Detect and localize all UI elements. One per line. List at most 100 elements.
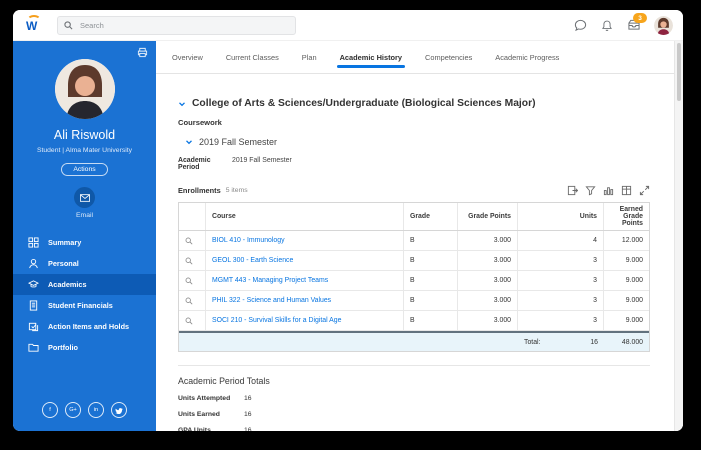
course-link[interactable]: BIOL 410 - Immunology <box>212 237 285 244</box>
grade-points-cell: 3.000 <box>458 231 518 250</box>
sidebar-nav: Summary Personal Academics Student Finan… <box>13 232 156 358</box>
earned-cell: 9.000 <box>604 271 649 290</box>
grade-points-cell: 3.000 <box>458 291 518 310</box>
units-cell: 4 <box>518 231 604 250</box>
units-cell: 3 <box>518 311 604 330</box>
tab-academic-history[interactable]: Academic History <box>340 41 402 73</box>
magnifier-icon[interactable] <box>185 297 193 305</box>
export-icon[interactable] <box>567 185 578 196</box>
course-link[interactable]: MGMT 443 - Managing Project Teams <box>212 277 328 284</box>
stat-value: 16 <box>244 395 252 402</box>
magnifier-icon[interactable] <box>185 257 193 265</box>
total-units: 16 <box>590 339 598 346</box>
grade-cell: B <box>404 251 458 270</box>
tab-overview[interactable]: Overview <box>172 41 203 73</box>
tab-current-classes[interactable]: Current Classes <box>226 41 279 73</box>
envelope-icon <box>80 194 90 202</box>
total-earned: 48.000 <box>604 333 649 351</box>
header-units: Units <box>518 203 604 230</box>
search-bar[interactable] <box>57 16 296 35</box>
profile-photo[interactable] <box>55 59 115 119</box>
sidebar-item-portfolio[interactable]: Portfolio <box>13 337 156 358</box>
sidebar-item-academics[interactable]: Academics <box>13 274 156 295</box>
inbox-icon[interactable]: 3 <box>627 18 641 32</box>
stat-value: 16 <box>244 427 252 431</box>
header-grade-points: Grade Points <box>458 203 518 230</box>
earned-cell: 12.000 <box>604 231 649 250</box>
table-row: SOCI 210 - Survival Skills for a Digital… <box>179 311 649 331</box>
document-icon <box>28 300 39 311</box>
table-row: BIOL 410 - Immunology B 3.000 4 12.000 <box>179 231 649 251</box>
academic-period-label: Academic Period <box>178 157 232 171</box>
twitter-icon[interactable] <box>111 402 127 418</box>
google-plus-icon[interactable]: G+ <box>65 402 81 418</box>
sidebar-item-action-items-and-holds[interactable]: Action Items and Holds <box>13 316 156 337</box>
tab-bar: Overview Current Classes Plan Academic H… <box>156 41 675 74</box>
magnifier-icon[interactable] <box>185 317 193 325</box>
grade-points-cell: 3.000 <box>458 311 518 330</box>
chevron-down-icon[interactable] <box>178 100 186 108</box>
grade-cell: B <box>404 271 458 290</box>
print-icon[interactable] <box>137 47 148 58</box>
sidebar-item-label: Portfolio <box>48 343 78 352</box>
profile-sidebar: Ali Riswold Student | Alma Mater Univers… <box>13 41 156 431</box>
units-cell: 3 <box>518 271 604 290</box>
stat-value: 16 <box>244 411 252 418</box>
search-input[interactable] <box>78 20 289 31</box>
avatar[interactable] <box>654 16 673 35</box>
magnifier-icon[interactable] <box>185 277 193 285</box>
linkedin-icon[interactable]: in <box>88 402 104 418</box>
expand-icon[interactable] <box>639 185 650 196</box>
header-earned-grade-points: Earned Grade Points <box>604 203 649 230</box>
actions-button[interactable]: Actions <box>61 163 107 176</box>
coursework-label: Coursework <box>178 118 650 127</box>
enrollments-count: 5 items <box>226 187 248 194</box>
tab-academic-progress[interactable]: Academic Progress <box>495 41 559 73</box>
earned-cell: 9.000 <box>604 291 649 310</box>
profile-name: Ali Riswold <box>54 128 115 142</box>
profile-subtitle: Student | Alma Mater University <box>37 147 132 154</box>
chart-icon[interactable] <box>603 185 614 196</box>
enrollments-table: Course Grade Grade Points Units Earned G… <box>178 202 650 352</box>
workday-logo[interactable]: W <box>25 17 41 33</box>
sidebar-item-personal[interactable]: Personal <box>13 253 156 274</box>
chat-icon[interactable] <box>573 18 587 32</box>
table-icon[interactable] <box>621 185 632 196</box>
tab-plan[interactable]: Plan <box>302 41 317 73</box>
filter-icon[interactable] <box>585 185 596 196</box>
folder-icon <box>28 342 39 353</box>
header-grade: Grade <box>404 203 458 230</box>
scrollbar[interactable] <box>674 41 683 431</box>
tab-competencies[interactable]: Competencies <box>425 41 472 73</box>
stat-label: Units Earned <box>178 411 244 418</box>
sidebar-item-label: Student Financials <box>48 301 113 310</box>
bell-icon[interactable] <box>600 18 614 32</box>
course-link[interactable]: GEOL 300 - Earth Science <box>212 257 293 264</box>
main-panel: Overview Current Classes Plan Academic H… <box>156 41 683 431</box>
grade-cell: B <box>404 291 458 310</box>
sidebar-item-student-financials[interactable]: Student Financials <box>13 295 156 316</box>
sidebar-item-label: Personal <box>48 259 79 268</box>
scrollbar-thumb[interactable] <box>677 43 681 101</box>
sidebar-item-summary[interactable]: Summary <box>13 232 156 253</box>
units-cell: 3 <box>518 291 604 310</box>
semester-title: 2019 Fall Semester <box>199 137 277 147</box>
table-header-row: Course Grade Grade Points Units Earned G… <box>179 203 649 231</box>
social-links: f G+ in <box>13 402 156 431</box>
academic-period-value: 2019 Fall Semester <box>232 157 292 171</box>
magnifier-icon[interactable] <box>185 237 193 245</box>
enrollments-title: Enrollments <box>178 186 221 195</box>
period-totals-title: Academic Period Totals <box>178 376 650 386</box>
total-label: Total: <box>524 339 540 346</box>
content-area: College of Arts & Sciences/Undergraduate… <box>156 74 675 431</box>
table-row: MGMT 443 - Managing Project Teams B 3.00… <box>179 271 649 291</box>
grade-cell: B <box>404 311 458 330</box>
email-button[interactable] <box>74 187 95 208</box>
units-cell: 3 <box>518 251 604 270</box>
course-link[interactable]: PHIL 322 - Science and Human Values <box>212 297 331 304</box>
chevron-down-icon[interactable] <box>185 138 193 146</box>
facebook-icon[interactable]: f <box>42 402 58 418</box>
course-link[interactable]: SOCI 210 - Survival Skills for a Digital… <box>212 317 341 324</box>
sidebar-item-label: Action Items and Holds <box>48 322 129 331</box>
grid-icon <box>28 237 39 248</box>
